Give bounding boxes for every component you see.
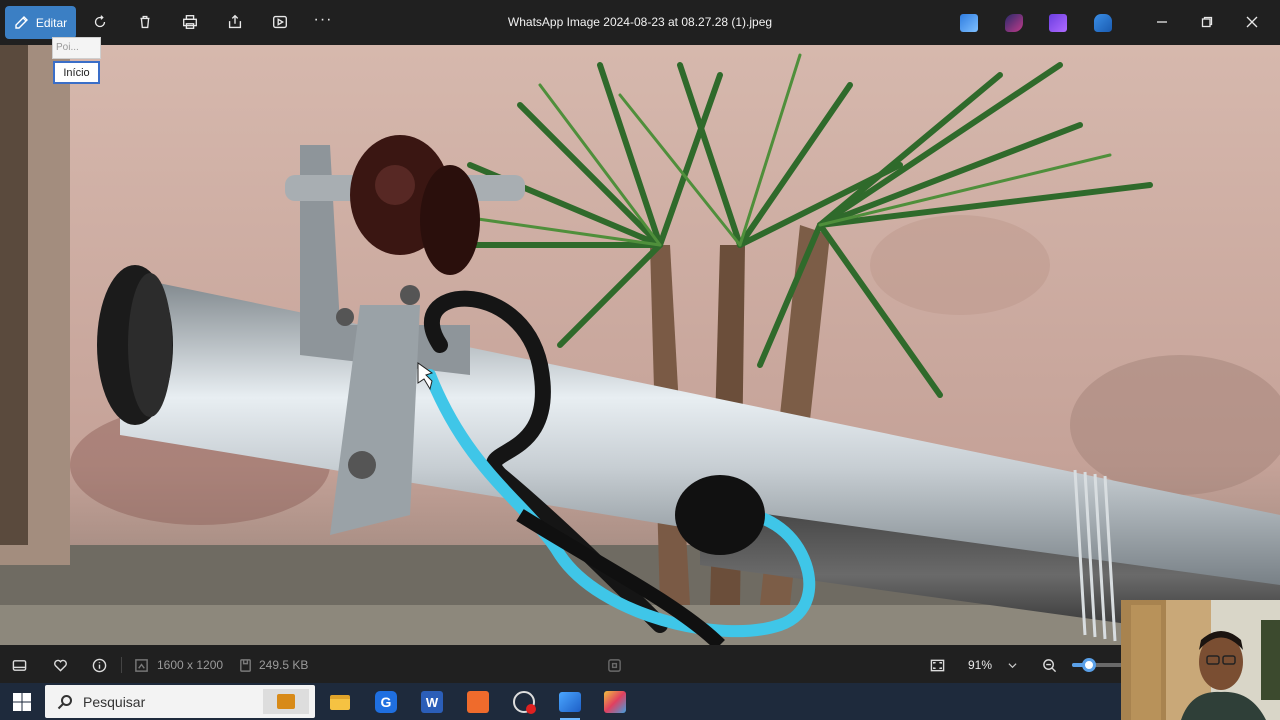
windows-taskbar: Pesquisar G W xyxy=(0,683,1280,720)
sublime-icon[interactable] xyxy=(464,688,492,716)
fit-to-window-icon[interactable] xyxy=(928,656,946,674)
zoom-dropdown[interactable]: 91% xyxy=(956,653,1024,677)
tooltip: Poi... xyxy=(52,37,101,59)
edit-label: Editar xyxy=(35,15,68,30)
word-icon[interactable]: W xyxy=(418,688,446,716)
search-placeholder: Pesquisar xyxy=(83,693,146,710)
filmstrip-icon[interactable] xyxy=(10,656,28,674)
rotate-icon[interactable] xyxy=(90,12,110,32)
inicio-button[interactable]: Início xyxy=(53,61,100,84)
zoom-out-icon[interactable] xyxy=(1040,656,1058,674)
store-icon xyxy=(277,694,295,709)
file-size-icon xyxy=(236,656,254,674)
zoom-slider-thumb[interactable] xyxy=(1081,658,1096,672)
toolbar: Editar ··· WhatsApp Image 2024-08-23 at … xyxy=(0,0,1280,45)
minimize-icon[interactable] xyxy=(1150,10,1174,34)
photos-icon[interactable] xyxy=(556,688,584,720)
search-icon xyxy=(57,694,72,709)
onedrive-icon[interactable] xyxy=(1094,14,1112,32)
ext-clipchamp-icon[interactable] xyxy=(1005,14,1023,32)
photo-content xyxy=(0,45,1280,645)
taskbar-search-box[interactable]: Pesquisar xyxy=(45,685,315,718)
share-icon[interactable] xyxy=(225,12,245,32)
chevron-down-icon xyxy=(1008,662,1017,668)
search-highlight-area xyxy=(263,689,309,714)
crop-ratio-icon[interactable] xyxy=(605,656,623,674)
favorite-heart-icon[interactable] xyxy=(51,656,69,674)
edit-icon xyxy=(15,15,28,29)
more-options-icon[interactable]: ··· xyxy=(312,10,334,30)
g-app-icon[interactable]: G xyxy=(372,688,400,716)
image-dimensions: 1600 x 1200 xyxy=(157,658,224,672)
paint-icon[interactable] xyxy=(601,688,629,716)
info-icon[interactable] xyxy=(90,656,108,674)
photos-app-window: Editar ··· WhatsApp Image 2024-08-23 at … xyxy=(0,0,1280,720)
edit-button[interactable]: Editar xyxy=(5,6,76,39)
ext-edit-icon[interactable] xyxy=(960,14,978,32)
windows-start-icon[interactable] xyxy=(12,692,32,712)
file-size: 249.5 KB xyxy=(259,658,309,672)
print-icon[interactable] xyxy=(180,12,200,32)
delete-icon[interactable] xyxy=(135,12,155,32)
dimensions-icon xyxy=(132,656,150,674)
close-icon[interactable] xyxy=(1240,10,1264,34)
file-explorer-icon[interactable] xyxy=(326,688,354,716)
photo-viewer-image xyxy=(0,45,1280,645)
restore-icon[interactable] xyxy=(1195,10,1219,34)
zoom-value: 91% xyxy=(968,658,993,672)
status-bar: 1600 x 1200 249.5 KB 91% xyxy=(0,645,1280,683)
ext-video-icon[interactable] xyxy=(1049,14,1067,32)
record-icon[interactable] xyxy=(510,688,538,716)
webcam-person-image xyxy=(1121,600,1280,720)
webcam-overlay xyxy=(1121,600,1280,720)
divider xyxy=(121,657,122,673)
slideshow-icon[interactable] xyxy=(270,12,290,32)
